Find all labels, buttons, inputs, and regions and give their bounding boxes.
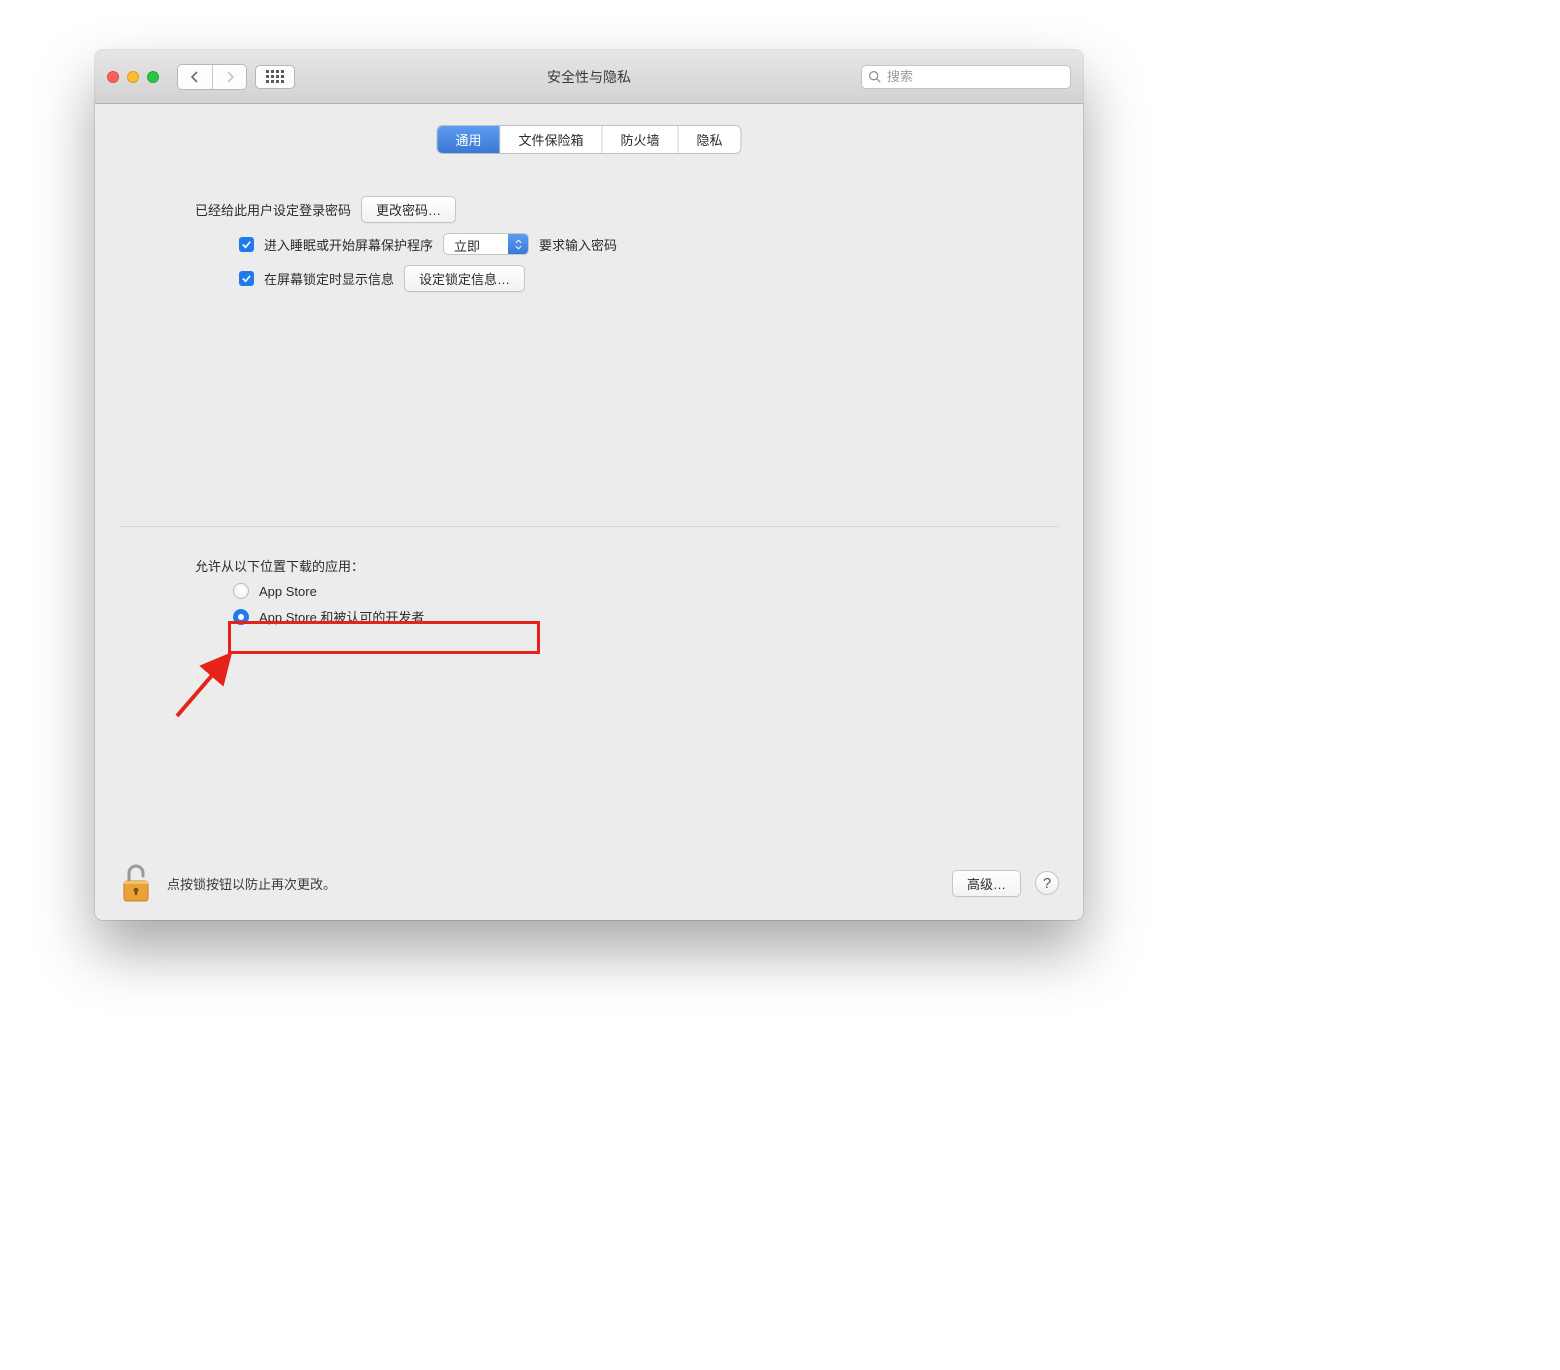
- require-password-delay-select[interactable]: 立即: [443, 233, 529, 255]
- select-value: 立即: [444, 234, 508, 254]
- allow-app-store-radio[interactable]: [233, 583, 249, 599]
- help-button[interactable]: ?: [1035, 871, 1059, 895]
- set-lock-message-button[interactable]: 设定锁定信息…: [404, 265, 525, 292]
- pane-body: 通用 文件保险箱 防火墙 隐私 已经给此用户设定登录密码 更改密码… 进入睡眠或…: [95, 104, 1083, 920]
- preferences-window: 安全性与隐私 通用 文件保险箱 防火墙 隐私 已经给此用户设定登录密码 更改密码…: [95, 50, 1083, 920]
- nav-buttons: [177, 64, 247, 90]
- grid-icon: [266, 70, 284, 83]
- tab-filevault[interactable]: 文件保险箱: [499, 126, 601, 153]
- allow-identified-developers-label: App Store 和被认可的开发者: [259, 607, 424, 626]
- check-icon: [241, 273, 252, 284]
- allow-apps-heading: 允许从以下位置下载的应用：: [195, 556, 424, 575]
- updown-arrows-icon: [508, 234, 528, 254]
- lock-hint-text: 点按锁按钮以防止再次更改。: [167, 874, 336, 893]
- tab-bar: 通用 文件保险箱 防火墙 隐私: [437, 126, 740, 153]
- advanced-button[interactable]: 高级…: [952, 870, 1021, 897]
- lock-icon[interactable]: [119, 863, 153, 903]
- check-icon: [241, 239, 252, 250]
- zoom-window-button[interactable]: [147, 71, 159, 83]
- close-window-button[interactable]: [107, 71, 119, 83]
- allow-apps-section: 允许从以下位置下载的应用： App Store App Store 和被认可的开…: [195, 556, 424, 626]
- footer: 点按锁按钮以防止再次更改。 高级… ?: [95, 846, 1083, 920]
- change-password-button[interactable]: 更改密码…: [361, 196, 456, 223]
- help-icon: ?: [1043, 875, 1051, 892]
- annotation-arrow-icon: [165, 644, 245, 724]
- allow-identified-developers-radio[interactable]: [233, 609, 249, 625]
- show-lock-message-checkbox[interactable]: [239, 271, 254, 286]
- search-input[interactable]: [887, 69, 1064, 84]
- require-password-prefix: 进入睡眠或开始屏幕保护程序: [264, 235, 433, 254]
- divider: [119, 526, 1059, 527]
- tab-general[interactable]: 通用: [437, 126, 499, 153]
- tab-privacy[interactable]: 隐私: [678, 126, 741, 153]
- show-all-preferences-button[interactable]: [255, 65, 295, 89]
- forward-button[interactable]: [212, 65, 246, 89]
- chevron-right-icon: [225, 71, 235, 83]
- search-icon: [868, 70, 881, 83]
- allow-app-store-label: App Store: [259, 584, 317, 599]
- show-lock-message-label: 在屏幕锁定时显示信息: [264, 269, 394, 288]
- require-password-suffix: 要求输入密码: [539, 235, 617, 254]
- toolbar: 安全性与隐私: [95, 50, 1083, 104]
- window-controls: [107, 71, 159, 83]
- search-field[interactable]: [861, 65, 1071, 89]
- general-settings: 已经给此用户设定登录密码 更改密码… 进入睡眠或开始屏幕保护程序 立即 要求输入…: [195, 196, 983, 302]
- tab-firewall[interactable]: 防火墙: [602, 126, 678, 153]
- minimize-window-button[interactable]: [127, 71, 139, 83]
- back-button[interactable]: [178, 65, 212, 89]
- chevron-left-icon: [190, 71, 200, 83]
- login-password-label: 已经给此用户设定登录密码: [195, 200, 351, 219]
- require-password-checkbox[interactable]: [239, 237, 254, 252]
